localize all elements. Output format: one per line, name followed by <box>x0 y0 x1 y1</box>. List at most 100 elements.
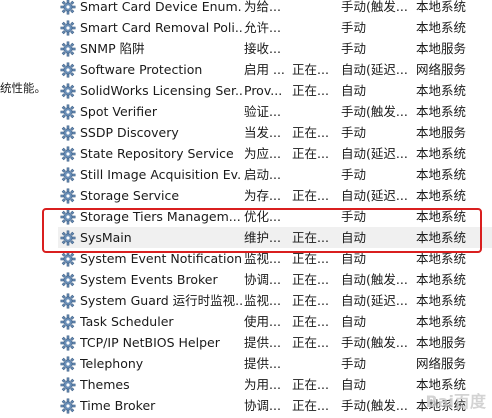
service-logon-as: 本地系统 <box>416 272 467 287</box>
gear-icon <box>60 188 76 204</box>
service-name: Storage Service <box>80 188 180 203</box>
annotation-highlight-box <box>42 208 482 253</box>
gear-icon <box>60 41 76 57</box>
service-description: 协调... <box>244 398 281 413</box>
gear-icon <box>60 167 76 183</box>
service-startup-type: 自动(延迟... <box>341 188 408 203</box>
service-description: 提供... <box>244 335 281 350</box>
service-name: SSDP Discovery <box>80 125 179 140</box>
gear-icon <box>60 125 76 141</box>
service-description: 接收... <box>244 41 281 56</box>
service-logon-as: 本地系统 <box>416 0 467 14</box>
service-row[interactable]: State Repository Service 为应... 正在... 自动(… <box>58 143 492 164</box>
service-logon-as: 本地系统 <box>416 293 467 308</box>
service-description: 为应... <box>244 146 281 161</box>
service-description: 启动... <box>244 167 281 182</box>
service-description: 协调... <box>244 272 281 287</box>
gear-icon <box>60 20 76 36</box>
service-logon-as: 本地系统 <box>416 314 467 329</box>
service-description: 提供... <box>244 356 281 371</box>
service-startup-type: 自动(延迟... <box>341 146 408 161</box>
service-name: State Repository Service <box>80 146 234 161</box>
service-description: 启用 ... <box>244 62 285 77</box>
service-status: 正在... <box>292 293 329 308</box>
service-name: System Guard 运行时监视... <box>80 293 242 308</box>
service-status: 正在... <box>292 398 329 413</box>
service-startup-type: 手动 <box>341 125 367 140</box>
service-row[interactable]: TCP/IP NetBIOS Helper 提供... 正在... 手动(触发.… <box>58 332 492 353</box>
service-row[interactable]: SNMP 陷阱 接收... 手动 本地服务 <box>58 38 492 59</box>
service-description: Prov... <box>244 83 283 98</box>
service-row[interactable]: System Guard 运行时监视... 监视... 正在... 自动(延迟.… <box>58 290 492 311</box>
service-startup-type: 手动 <box>341 20 367 35</box>
gear-icon <box>60 272 76 288</box>
service-startup-type: 手动 <box>341 167 367 182</box>
gear-icon <box>60 293 76 309</box>
service-name: SNMP 陷阱 <box>80 41 145 56</box>
service-row[interactable]: Spot Verifier 验证... 手动(触发... 本地系统 <box>58 101 492 122</box>
service-startup-type: 自动(延迟... <box>341 62 408 77</box>
service-logon-as: 本地系统 <box>416 104 467 119</box>
service-startup-type: 手动 <box>341 356 367 371</box>
watermark: Bai百度 <box>425 392 486 411</box>
service-row[interactable]: SolidWorks Licensing Ser... Prov... 正在..… <box>58 80 492 101</box>
service-logon-as: 本地服务 <box>416 335 467 350</box>
service-startup-type: 自动 <box>341 377 367 392</box>
service-status: 正在... <box>292 377 329 392</box>
description-fragment: 统性能。 <box>0 81 46 95</box>
service-name: TCP/IP NetBIOS Helper <box>80 335 220 350</box>
gear-icon <box>60 83 76 99</box>
service-logon-as: 本地系统 <box>416 167 467 182</box>
service-row[interactable]: Still Image Acquisition Ev... 启动... 手动 本… <box>58 164 492 185</box>
gear-icon <box>60 335 76 351</box>
service-startup-type: 手动(触发... <box>341 0 408 14</box>
service-row[interactable]: SSDP Discovery 当发... 正在... 手动 本地服务 <box>58 122 492 143</box>
service-status: 正在... <box>292 125 329 140</box>
service-logon-as: 本地系统 <box>416 146 467 161</box>
service-description: 为用... <box>244 377 281 392</box>
service-description: 为存... <box>244 188 281 203</box>
gear-icon <box>60 398 76 414</box>
service-description: 验证... <box>244 104 281 119</box>
service-status: 正在... <box>292 314 329 329</box>
service-startup-type: 手动(触发... <box>341 398 408 413</box>
gear-icon <box>60 104 76 120</box>
service-logon-as: 网络服务 <box>416 62 467 77</box>
service-startup-type: 自动(延迟... <box>341 293 408 308</box>
service-startup-type: 手动 <box>341 41 367 56</box>
service-startup-type: 手动(触发... <box>341 104 408 119</box>
service-startup-type: 手动(触发... <box>341 335 408 350</box>
service-name: Telephony <box>80 356 144 371</box>
service-name: Spot Verifier <box>80 104 157 119</box>
service-row[interactable]: Smart Card Device Enum... 为给... 手动(触发...… <box>58 0 492 17</box>
service-name: System Events Broker <box>80 272 218 287</box>
gear-icon <box>60 62 76 78</box>
service-startup-type: 自动 <box>341 314 367 329</box>
gear-icon <box>60 356 76 372</box>
service-status: 正在... <box>292 83 329 98</box>
service-name: Software Protection <box>80 62 203 77</box>
service-startup-type: 自动 <box>341 83 367 98</box>
service-row[interactable]: Storage Service 为存... 正在... 自动(延迟... 本地系… <box>58 185 492 206</box>
service-description: 监视... <box>244 293 281 308</box>
service-row[interactable]: Smart Card Removal Poli... 允许... 手动 本地系统 <box>58 17 492 38</box>
service-description: 允许... <box>244 20 281 35</box>
service-name: Smart Card Device Enum... <box>80 0 242 14</box>
service-name: Task Scheduler <box>80 314 174 329</box>
service-row[interactable]: Software Protection 启用 ... 正在... 自动(延迟..… <box>58 59 492 80</box>
service-status: 正在... <box>292 146 329 161</box>
service-status: 正在... <box>292 335 329 350</box>
gear-icon <box>60 251 76 267</box>
service-status: 正在... <box>292 62 329 77</box>
service-status: 正在... <box>292 272 329 287</box>
service-logon-as: 本地服务 <box>416 41 467 56</box>
service-row[interactable]: System Events Broker 协调... 正在... 自动(触发..… <box>58 269 492 290</box>
service-logon-as: 本地服务 <box>416 125 467 140</box>
service-row[interactable]: Telephony 提供... 手动 网络服务 <box>58 353 492 374</box>
service-row[interactable]: Task Scheduler 使用... 正在... 自动 本地系统 <box>58 311 492 332</box>
service-logon-as: 本地系统 <box>416 20 467 35</box>
service-startup-type: 自动(触发... <box>341 272 408 287</box>
service-name: Themes <box>80 377 130 392</box>
gear-icon <box>60 0 76 15</box>
gear-icon <box>60 377 76 393</box>
